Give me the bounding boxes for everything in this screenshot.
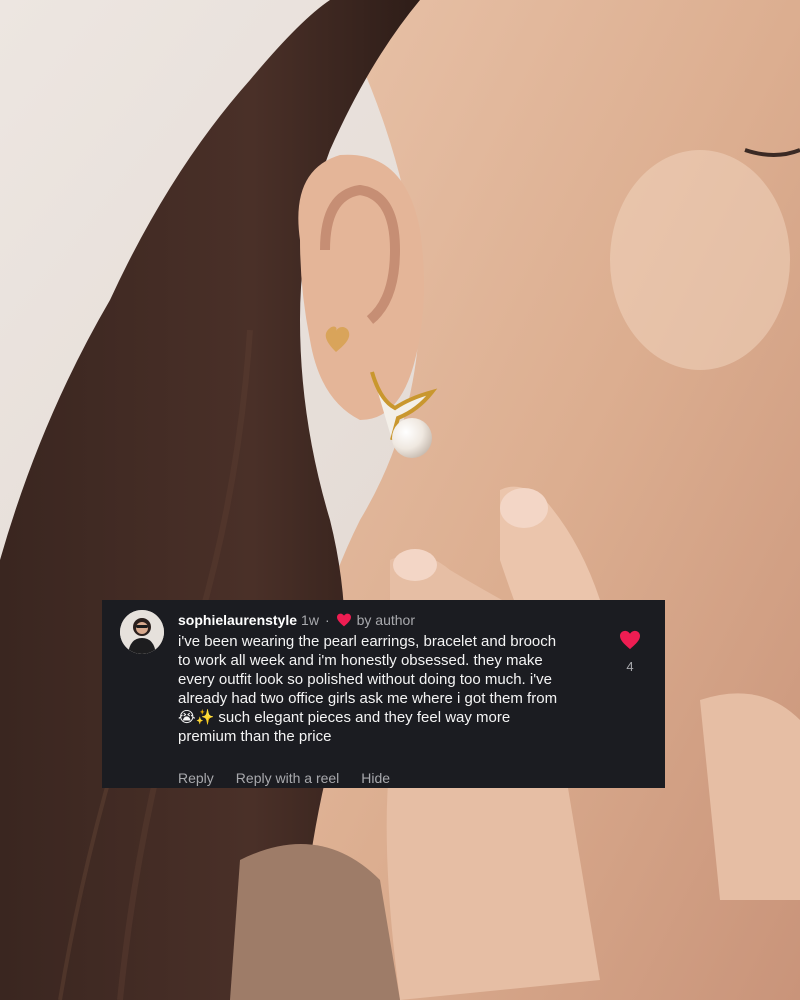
heart-icon[interactable] <box>619 630 641 650</box>
comment-card: sophielaurenstyle 1w · by author i've be… <box>102 600 665 788</box>
author-badge: by author <box>356 612 415 628</box>
hide-button[interactable]: Hide <box>361 770 390 786</box>
reply-with-reel-button[interactable]: Reply with a reel <box>236 770 340 786</box>
username[interactable]: sophielaurenstyle <box>178 612 297 628</box>
comment-actions: Reply Reply with a reel Hide <box>178 770 390 786</box>
like-count: 4 <box>626 659 634 674</box>
timestamp: 1w <box>301 612 319 628</box>
separator-dot: · <box>324 612 330 628</box>
like-button[interactable]: 4 <box>617 630 643 674</box>
background-photo <box>0 0 800 1000</box>
avatar[interactable] <box>120 610 164 654</box>
comment-text: i've been wearing the pearl earrings, br… <box>178 633 558 745</box>
comment-meta: sophielaurenstyle 1w · by author <box>178 610 415 630</box>
reply-button[interactable]: Reply <box>178 770 214 786</box>
author-like-heart-icon <box>336 613 351 627</box>
profile-photo-icon <box>120 610 164 654</box>
